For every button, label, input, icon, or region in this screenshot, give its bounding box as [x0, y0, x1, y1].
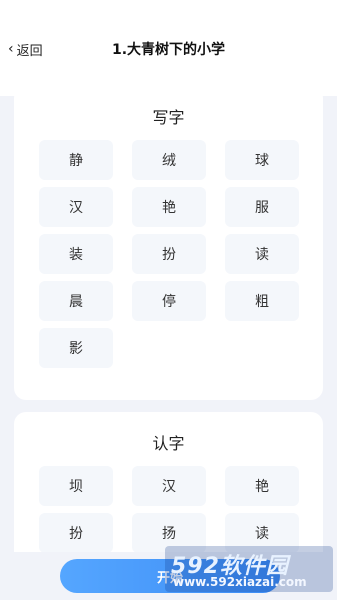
- char-tile[interactable]: 汉: [132, 466, 206, 506]
- char-tile[interactable]: 停: [132, 281, 206, 321]
- char-tile[interactable]: 读: [225, 234, 299, 274]
- char-tile[interactable]: 影: [39, 328, 113, 368]
- char-tile[interactable]: 艳: [225, 466, 299, 506]
- char-tile[interactable]: 扮: [132, 234, 206, 274]
- char-tile[interactable]: 晨: [39, 281, 113, 321]
- char-tile[interactable]: 球: [225, 140, 299, 180]
- header: ‹ 返回 1.大青树下的小学: [0, 0, 337, 96]
- char-tile[interactable]: 坝: [39, 466, 113, 506]
- recognize-char-grid: 坝 汉 艳 扮 扬 读: [39, 466, 299, 553]
- char-tile[interactable]: 服: [225, 187, 299, 227]
- write-characters-card: 写字 静 绒 球 汉 艳 服 装 扮 读 晨 停 粗 影: [14, 86, 323, 400]
- page-title: 1.大青树下的小学: [111, 42, 226, 58]
- watermark-url: www.592xiazai.com: [173, 575, 307, 589]
- char-tile[interactable]: 扮: [39, 513, 113, 553]
- char-tile[interactable]: 绒: [132, 140, 206, 180]
- watermark: 592软件园 www.592xiazai.com: [165, 546, 333, 592]
- char-tile[interactable]: 汉: [39, 187, 113, 227]
- section-title-recognize: 认字: [152, 434, 185, 453]
- char-tile[interactable]: 艳: [132, 187, 206, 227]
- write-char-grid: 静 绒 球 汉 艳 服 装 扮 读 晨 停 粗 影: [39, 140, 299, 368]
- section-title-write: 写字: [152, 108, 185, 127]
- char-tile[interactable]: 静: [39, 140, 113, 180]
- char-tile[interactable]: 装: [39, 234, 113, 274]
- char-tile[interactable]: 粗: [225, 281, 299, 321]
